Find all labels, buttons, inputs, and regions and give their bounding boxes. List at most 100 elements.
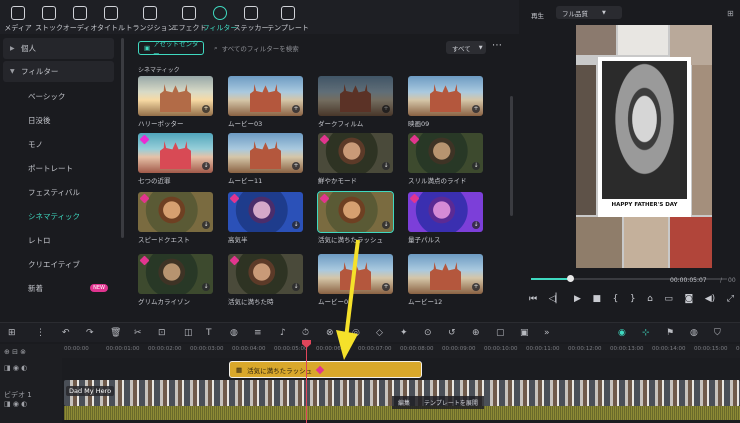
filter-thumbnail[interactable]: ↓ xyxy=(317,191,394,233)
tab-transition[interactable]: トランジション xyxy=(126,0,175,34)
filter-card[interactable]: ↓ 量子パルス xyxy=(408,192,488,244)
sidebar-item-7[interactable]: クリエイティブ xyxy=(0,252,120,276)
more-options-icon[interactable]: ⋯ xyxy=(492,40,502,51)
box-icon[interactable]: ▣ xyxy=(520,328,529,338)
text-icon[interactable]: T xyxy=(206,328,212,338)
speed-icon[interactable]: ⏱ xyxy=(302,328,309,338)
timeline-ruler[interactable]: 00:00:00 00:00:01:00 00:00:02:00 00:00:03:0… xyxy=(62,344,740,358)
tab-media[interactable]: メディア xyxy=(4,0,32,34)
sidebar-item-5[interactable]: シネマティック xyxy=(0,204,120,228)
delete-icon[interactable]: 🗑 xyxy=(110,328,121,338)
panel-scrollbar[interactable] xyxy=(510,96,513,216)
display-icon[interactable]: ▭ xyxy=(664,294,673,304)
filter-clip[interactable]: ▦ 活気に満ちたラッシュ xyxy=(229,361,422,378)
snap-icon[interactable]: ⊹ xyxy=(642,328,650,338)
filter-card[interactable]: ↓ グリムカライゾン xyxy=(138,254,218,306)
split-view-icon[interactable]: ⋮ xyxy=(36,328,45,338)
sidebar-item-3[interactable]: ポートレート xyxy=(0,156,120,180)
render-preview-icon[interactable]: ◉ xyxy=(618,328,626,338)
render-icon[interactable]: ⌂ xyxy=(647,294,653,304)
quality-select[interactable]: フル品質 ▼ xyxy=(556,6,622,19)
filter-card[interactable]: ↓ 活気に満ちた時 xyxy=(228,254,308,306)
sidebar-item-8[interactable]: 新着 NEW xyxy=(0,276,120,300)
category-select[interactable]: すべて ▼ xyxy=(446,41,486,54)
search-input[interactable]: ⌕ すべてのフィルターを検索 xyxy=(214,41,394,55)
sidebar-item-4[interactable]: フェスティバル xyxy=(0,180,120,204)
add-icon[interactable]: + xyxy=(472,105,480,113)
filter-thumbnail[interactable]: ↓ xyxy=(138,192,213,232)
mark-out-icon[interactable]: } xyxy=(630,294,636,304)
undo-icon[interactable]: ↶ xyxy=(62,328,70,338)
filter-card[interactable]: + ムービー03 xyxy=(228,76,308,128)
more-tools-icon[interactable]: » xyxy=(544,328,550,338)
tab-filter[interactable]: フィルター xyxy=(203,0,237,34)
freeze-icon[interactable]: ⊗ xyxy=(326,328,334,338)
download-icon[interactable]: ↓ xyxy=(292,221,300,229)
filter-card[interactable]: ↓ スリル満点のライド xyxy=(408,133,488,185)
menu-item-1[interactable]: テンプレートを展開 xyxy=(424,398,478,407)
playback-handle[interactable] xyxy=(567,275,574,282)
add-icon[interactable]: + xyxy=(202,105,210,113)
filter-thumbnail[interactable]: + xyxy=(408,76,483,116)
tab-audio[interactable]: オーディオ xyxy=(63,0,97,34)
download-icon[interactable]: ↓ xyxy=(382,221,390,229)
filter-thumbnail[interactable]: ↓ xyxy=(138,133,213,173)
filter-card[interactable]: ↓ 七つの近罪 xyxy=(138,133,218,185)
track-controls-icon[interactable]: ◨ ◉ ◐ xyxy=(4,364,27,372)
filter-card[interactable]: + 映画09 xyxy=(408,76,488,128)
asset-center-button[interactable]: ▣ アセットセンター xyxy=(138,40,204,58)
menu-item-0[interactable]: 編集 xyxy=(398,398,410,407)
keyframe-icon[interactable]: ◇ xyxy=(376,328,383,338)
tab-sticker[interactable]: ステッカー xyxy=(234,0,269,34)
sidebar-scrollbar[interactable] xyxy=(121,38,124,238)
marker-icon[interactable]: ⚑ xyxy=(666,328,674,338)
record-icon[interactable]: ▢ xyxy=(496,328,505,338)
crop-icon[interactable]: ⊡ xyxy=(158,328,166,338)
filter-thumbnail[interactable]: ↓ xyxy=(228,254,303,294)
filter-thumbnail[interactable]: ↓ xyxy=(408,192,483,232)
prev-frame-icon[interactable]: ⏮ xyxy=(529,294,537,304)
color-icon[interactable]: ◍ xyxy=(230,328,238,338)
sidebar-item-filters[interactable]: ▼ フィルター xyxy=(3,61,114,82)
sidebar-item-0[interactable]: ベーシック xyxy=(0,84,120,108)
add-icon[interactable]: + xyxy=(472,283,480,291)
mic-icon[interactable]: ◍ xyxy=(690,328,698,338)
fullscreen-icon[interactable]: ⤢ xyxy=(727,294,734,304)
sidebar-item-1[interactable]: 日没後 xyxy=(0,108,120,132)
filter-card[interactable]: ↓ 高気半 xyxy=(228,192,308,244)
add-icon[interactable]: + xyxy=(292,105,300,113)
add-track-icon[interactable]: ⊕ ⊟ ⊗ xyxy=(4,348,26,356)
filter-thumbnail[interactable]: ↓ xyxy=(318,133,393,173)
sidebar-item-6[interactable]: レトロ xyxy=(0,228,120,252)
filter-thumbnail[interactable]: + xyxy=(408,254,483,294)
layout-icon[interactable]: ⊞ xyxy=(8,328,16,338)
download-icon[interactable]: ↓ xyxy=(202,221,210,229)
step-back-icon[interactable]: ◁▏ xyxy=(549,294,563,304)
tab-effect[interactable]: エフェクト xyxy=(172,0,207,34)
filter-thumbnail[interactable]: ↓ xyxy=(408,133,483,173)
filter-card[interactable]: + ハリーポッター xyxy=(138,76,218,128)
audio-adjust-icon[interactable]: ♪ xyxy=(280,328,286,338)
sidebar-item-personal[interactable]: ▶ 個人 xyxy=(3,38,114,59)
add-icon[interactable]: + xyxy=(382,105,390,113)
zoom-icon[interactable]: ⊕ xyxy=(472,328,480,338)
download-icon[interactable]: ↓ xyxy=(472,162,480,170)
ai-icon[interactable]: ✦ xyxy=(400,328,408,338)
tab-title[interactable]: タイトル xyxy=(97,0,125,34)
filter-thumbnail[interactable]: + xyxy=(138,76,213,116)
track-controls-icon[interactable]: ◨ ◉ ◐ xyxy=(4,400,27,408)
filter-thumbnail[interactable]: ↓ xyxy=(138,254,213,294)
filter-card[interactable]: + ムービー12 xyxy=(408,254,488,306)
download-icon[interactable]: ↓ xyxy=(472,221,480,229)
tab-stock[interactable]: ストック xyxy=(35,0,63,34)
add-icon[interactable]: + xyxy=(382,283,390,291)
reverse-icon[interactable]: ↺ xyxy=(448,328,456,338)
filter-thumbnail[interactable]: + xyxy=(228,76,303,116)
mark-in-icon[interactable]: { xyxy=(613,294,619,304)
filter-card[interactable]: + ムービー11 xyxy=(228,133,308,185)
filter-thumbnail[interactable]: + xyxy=(318,76,393,116)
filter-card[interactable]: ↓ 鮮やかモード xyxy=(318,133,398,185)
camera-icon[interactable]: ◙ xyxy=(684,294,693,304)
stop-icon[interactable]: ■ xyxy=(593,294,602,304)
motion-icon[interactable]: ⊙ xyxy=(424,328,432,338)
